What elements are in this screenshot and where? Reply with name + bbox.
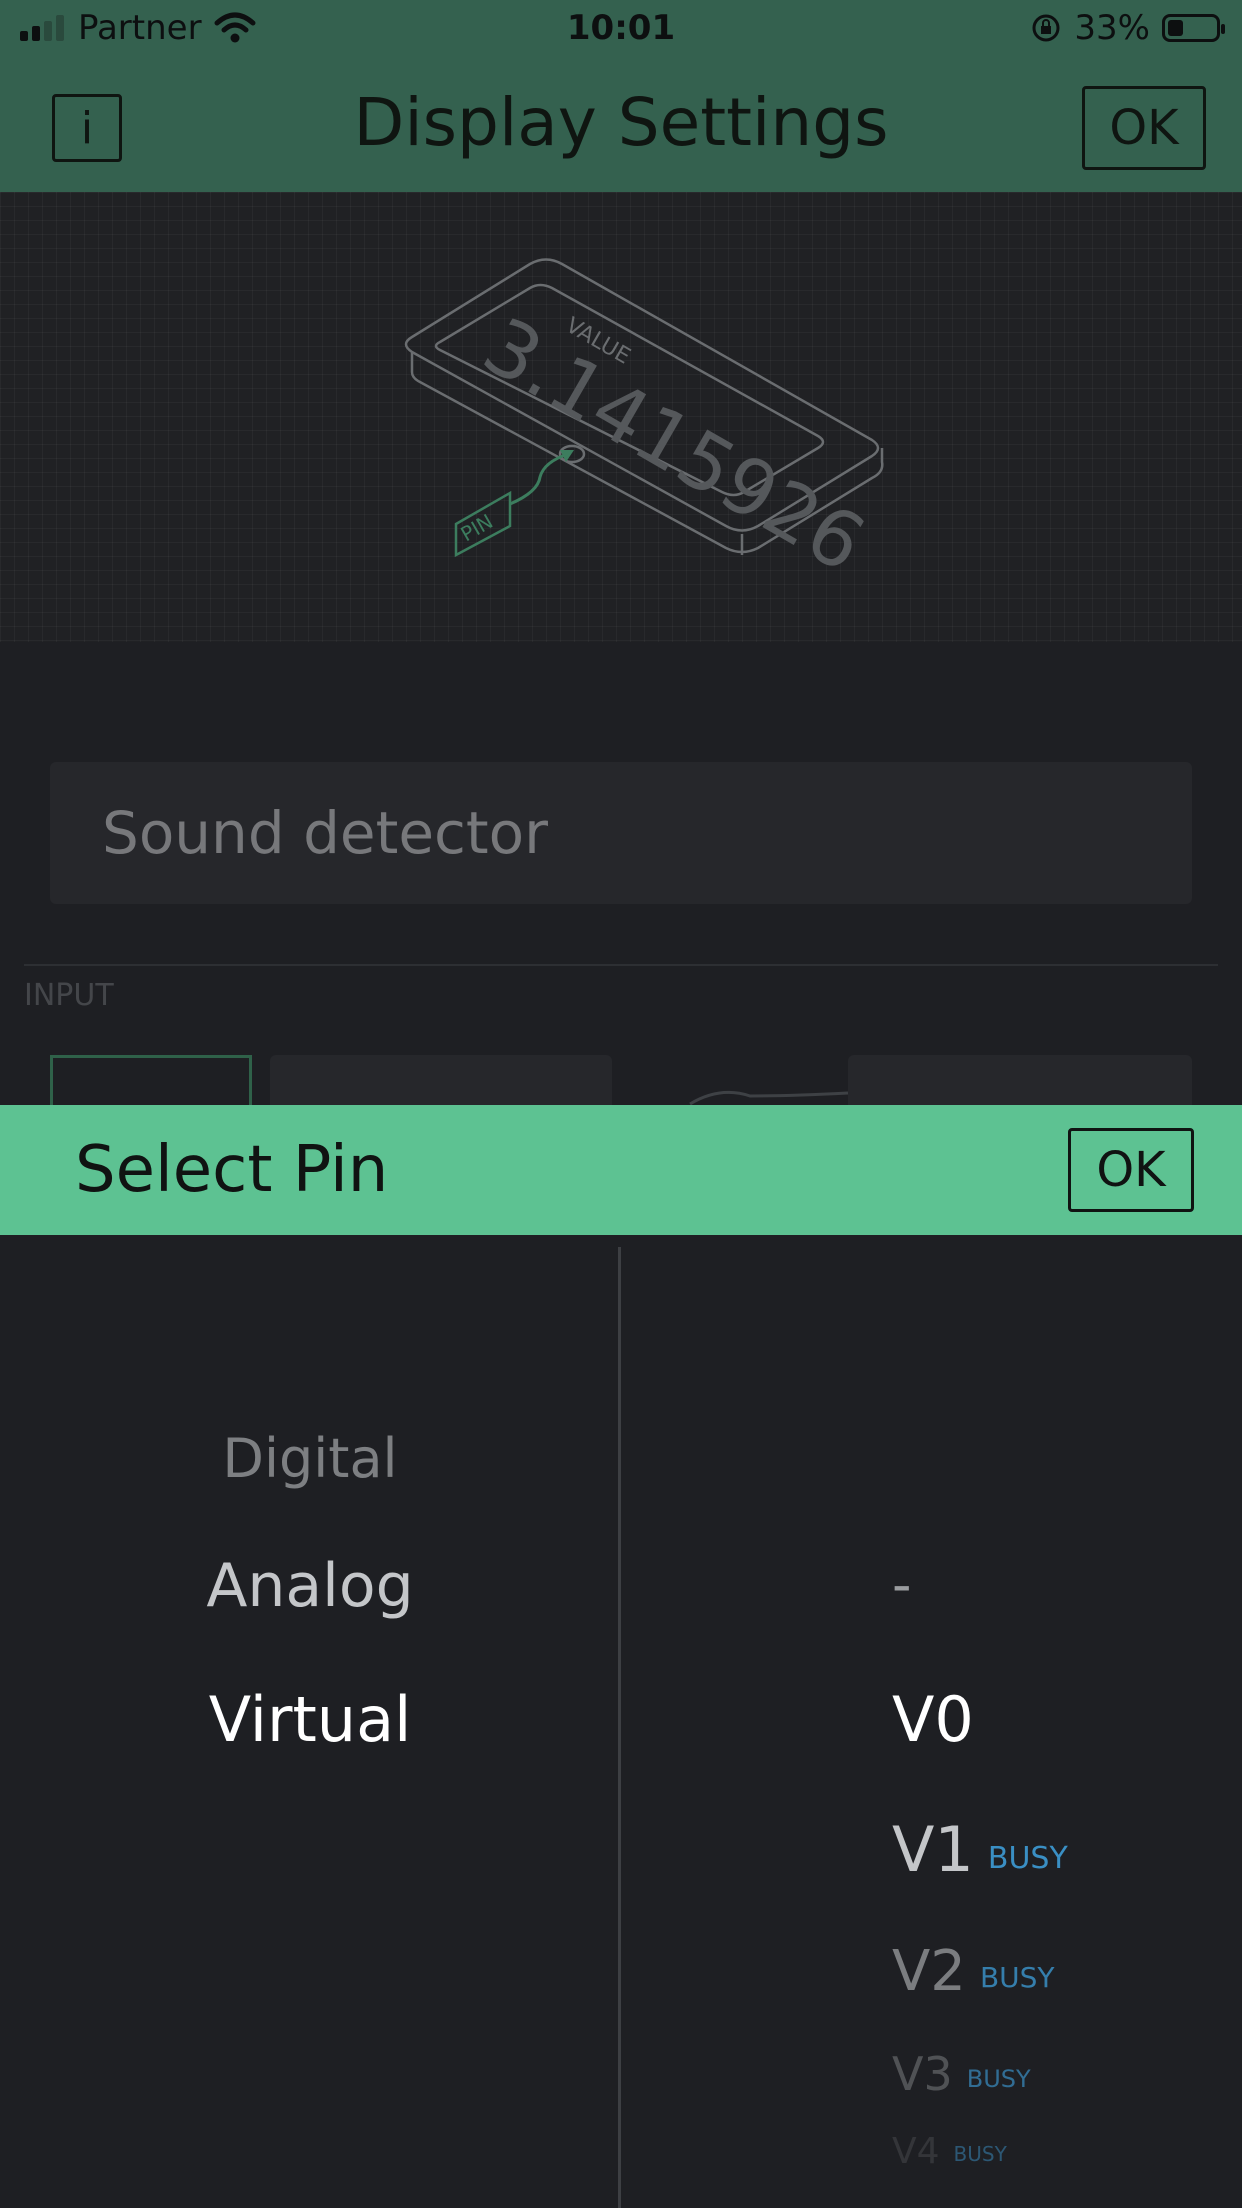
widget-name-input[interactable]: Sound detector xyxy=(50,762,1192,904)
pin-option-label: V4 xyxy=(892,2131,940,2172)
pin-range-field[interactable] xyxy=(848,1055,1192,1105)
status-bar: Partner 10:01 33% xyxy=(0,0,1242,62)
pin-option-v0[interactable]: V0 xyxy=(892,1683,974,1756)
select-pin-ok-button[interactable]: OK xyxy=(1068,1128,1194,1212)
range-connector-icon xyxy=(689,1090,849,1106)
select-pin-title: Select Pin xyxy=(75,1133,389,1207)
battery-percent: 33% xyxy=(1074,8,1150,48)
pin-option-v1[interactable]: V1 BUSY xyxy=(892,1813,1068,1886)
pin-option-v3[interactable]: V3 BUSY xyxy=(892,2047,1031,2101)
preview-value: 3.1415926 xyxy=(469,301,879,590)
section-divider xyxy=(24,964,1218,966)
pin-option-none[interactable]: - xyxy=(892,1553,912,1616)
preview-pin-label: PIN xyxy=(457,509,498,546)
settings-header: i Display Settings OK xyxy=(0,62,1242,192)
rotation-lock-icon xyxy=(1032,14,1060,42)
busy-badge: BUSY xyxy=(987,1840,1068,1876)
pin-option-label: V0 xyxy=(892,1683,974,1756)
pin-type-digital[interactable]: Digital xyxy=(0,1427,620,1490)
widget-name-value: Sound detector xyxy=(102,799,548,867)
header-ok-button[interactable]: OK xyxy=(1082,86,1206,170)
pin-type-analog[interactable]: Analog xyxy=(0,1551,620,1621)
pin-type-selector[interactable] xyxy=(50,1055,252,1105)
status-right: 33% xyxy=(1030,8,1225,48)
pin-option-label: V2 xyxy=(892,1939,966,2004)
select-pin-header: Select Pin OK xyxy=(0,1105,1242,1235)
pin-selector[interactable] xyxy=(270,1055,612,1105)
value-display-illustration: VALUE 3.1415926 PIN xyxy=(404,258,884,590)
pin-option-label: - xyxy=(892,1553,912,1616)
input-section-label: INPUT xyxy=(24,978,114,1013)
pin-option-v2[interactable]: V2 BUSY xyxy=(892,1939,1055,2004)
battery-icon xyxy=(1162,14,1225,42)
widget-preview: VALUE 3.1415926 PIN xyxy=(0,192,1242,642)
busy-badge: BUSY xyxy=(966,2065,1031,2094)
pin-type-virtual[interactable]: Virtual xyxy=(0,1683,620,1756)
pin-option-v4[interactable]: V4 BUSY xyxy=(892,2131,1007,2172)
pin-option-label: V1 xyxy=(892,1813,974,1886)
page-title: Display Settings xyxy=(353,84,889,161)
busy-badge: BUSY xyxy=(979,1960,1055,1994)
pin-option-label: V3 xyxy=(892,2047,953,2101)
pin-picker[interactable]: Digital Analog Virtual - V0 V1 BUSY V2 BUS… xyxy=(0,1235,1242,2208)
busy-badge: BUSY xyxy=(953,2141,1007,2166)
